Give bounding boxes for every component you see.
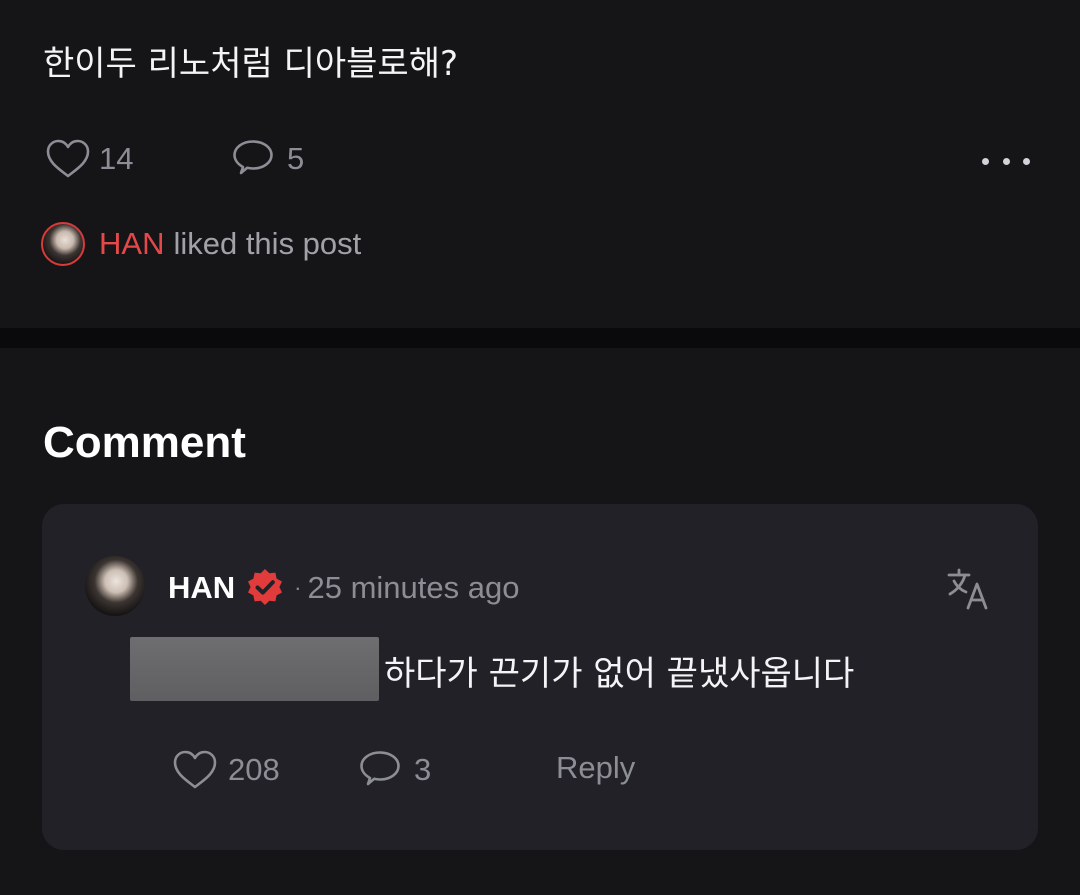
comment-header: HAN · 25 minutes ago	[168, 567, 519, 609]
liked-by-row[interactable]: HAN liked this post	[41, 222, 361, 266]
avatar[interactable]	[41, 222, 85, 266]
more-options-button[interactable]	[982, 146, 1030, 176]
liked-by-text: liked this post	[173, 226, 362, 261]
avatar[interactable]	[85, 556, 145, 616]
comment-replies-button[interactable]: 3	[358, 749, 431, 791]
comment-timestamp: 25 minutes ago	[307, 570, 520, 605]
separator-dot: ·	[294, 575, 302, 600]
comment-reply-count: 3	[414, 752, 432, 787]
reply-button[interactable]: Reply	[556, 750, 635, 786]
comment-like-button[interactable]: 208	[172, 749, 280, 791]
comment-card: HAN · 25 minutes ago 하다가 끈기가 없어 끝냈사옵니다 2…	[42, 504, 1038, 850]
comments-section: Comment HAN · 25 minutes ago 하다가 끈기가 없어 …	[0, 348, 1080, 895]
post-text: 한이두 리노처럼 디아블로해?	[43, 44, 459, 84]
more-horizontal-icon	[1023, 157, 1030, 165]
speech-bubble-icon	[233, 140, 273, 175]
heart-outline-icon	[173, 750, 217, 789]
more-horizontal-icon	[1002, 157, 1010, 165]
verified-badge-icon	[248, 569, 283, 605]
post: 한이두 리노처럼 디아블로해? 14 5 HAN liked this post	[0, 0, 1080, 328]
liker-name[interactable]: HAN	[99, 226, 164, 262]
comment-author[interactable]: HAN	[168, 570, 235, 606]
redacted-block	[130, 637, 379, 701]
like-button[interactable]: 14	[45, 138, 133, 180]
heart-outline-icon	[46, 139, 90, 178]
section-title: Comment	[43, 418, 246, 467]
more-horizontal-icon	[982, 157, 989, 165]
like-count: 14	[99, 141, 134, 176]
speech-bubble-icon	[360, 751, 400, 786]
translate-icon	[947, 568, 988, 610]
section-divider	[0, 328, 1080, 348]
translate-button[interactable]	[946, 566, 992, 617]
comment-like-count: 208	[228, 752, 280, 787]
comment-count: 5	[287, 141, 305, 176]
comment-text: 하다가 끈기가 없어 끝냈사옵니다	[384, 654, 855, 694]
comment-button[interactable]: 5	[231, 138, 304, 180]
